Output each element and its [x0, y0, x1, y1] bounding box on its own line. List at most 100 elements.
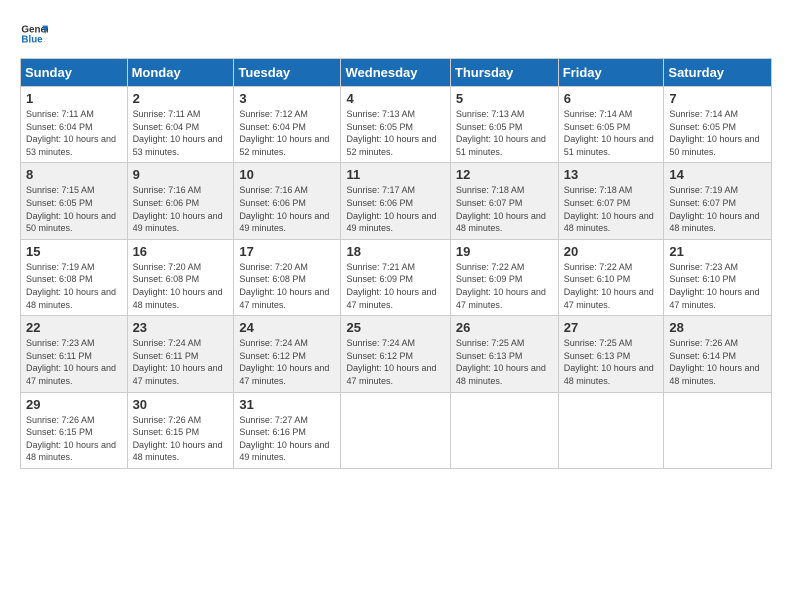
calendar-cell	[558, 392, 664, 468]
day-info: Sunrise: 7:13 AMSunset: 6:05 PMDaylight:…	[456, 108, 553, 158]
calendar-cell: 31 Sunrise: 7:27 AMSunset: 6:16 PMDayligh…	[234, 392, 341, 468]
day-number: 19	[456, 244, 553, 259]
calendar-week-row: 8Sunrise: 7:15 AMSunset: 6:05 PMDaylight…	[21, 163, 772, 239]
calendar-body: 1Sunrise: 7:11 AMSunset: 6:04 PMDaylight…	[21, 87, 772, 469]
calendar-cell: 9 Sunrise: 7:16 AMSunset: 6:06 PMDaylight…	[127, 163, 234, 239]
day-info: Sunrise: 7:19 AMSunset: 6:07 PMDaylight:…	[669, 184, 766, 234]
day-number: 4	[346, 91, 444, 106]
day-info: Sunrise: 7:16 AMSunset: 6:06 PMDaylight:…	[133, 184, 229, 234]
calendar-cell: 22 Sunrise: 7:23 AMSunset: 6:11 PMDayligh…	[21, 316, 128, 392]
calendar-cell: 21 Sunrise: 7:23 AMSunset: 6:10 PMDayligh…	[664, 239, 772, 315]
day-info: Sunrise: 7:26 AMSunset: 6:14 PMDaylight:…	[669, 337, 766, 387]
col-header-sunday: Sunday	[21, 59, 128, 87]
day-number: 31	[239, 397, 335, 412]
calendar-cell: 27 Sunrise: 7:25 AMSunset: 6:13 PMDayligh…	[558, 316, 664, 392]
day-number: 29	[26, 397, 122, 412]
day-info: Sunrise: 7:18 AMSunset: 6:07 PMDaylight:…	[564, 184, 659, 234]
calendar-cell: 8Sunrise: 7:15 AMSunset: 6:05 PMDaylight…	[21, 163, 128, 239]
day-number: 16	[133, 244, 229, 259]
calendar-cell: 26 Sunrise: 7:25 AMSunset: 6:13 PMDayligh…	[450, 316, 558, 392]
day-info: Sunrise: 7:21 AMSunset: 6:09 PMDaylight:…	[346, 261, 444, 311]
day-info: Sunrise: 7:22 AMSunset: 6:09 PMDaylight:…	[456, 261, 553, 311]
calendar-cell: 3 Sunrise: 7:12 AMSunset: 6:04 PMDaylight…	[234, 87, 341, 163]
calendar-cell: 7 Sunrise: 7:14 AMSunset: 6:05 PMDaylight…	[664, 87, 772, 163]
calendar-cell	[664, 392, 772, 468]
calendar-cell: 12 Sunrise: 7:18 AMSunset: 6:07 PMDayligh…	[450, 163, 558, 239]
calendar-cell: 25Sunrise: 7:24 AMSunset: 6:12 PMDayligh…	[341, 316, 450, 392]
day-info: Sunrise: 7:24 AMSunset: 6:11 PMDaylight:…	[133, 337, 229, 387]
day-number: 28	[669, 320, 766, 335]
calendar-cell	[450, 392, 558, 468]
calendar-cell: 16 Sunrise: 7:20 AMSunset: 6:08 PMDayligh…	[127, 239, 234, 315]
calendar-cell: 14 Sunrise: 7:19 AMSunset: 6:07 PMDayligh…	[664, 163, 772, 239]
calendar-cell: 20 Sunrise: 7:22 AMSunset: 6:10 PMDayligh…	[558, 239, 664, 315]
col-header-saturday: Saturday	[664, 59, 772, 87]
day-number: 22	[26, 320, 122, 335]
calendar-week-row: 29 Sunrise: 7:26 AMSunset: 6:15 PMDayligh…	[21, 392, 772, 468]
day-number: 12	[456, 167, 553, 182]
day-info: Sunrise: 7:17 AMSunset: 6:06 PMDaylight:…	[346, 184, 444, 234]
day-number: 3	[239, 91, 335, 106]
day-number: 14	[669, 167, 766, 182]
day-info: Sunrise: 7:26 AMSunset: 6:15 PMDaylight:…	[26, 414, 122, 464]
day-number: 5	[456, 91, 553, 106]
calendar-cell: 24 Sunrise: 7:24 AMSunset: 6:12 PMDayligh…	[234, 316, 341, 392]
calendar-cell: 11 Sunrise: 7:17 AMSunset: 6:06 PMDayligh…	[341, 163, 450, 239]
day-number: 25	[346, 320, 444, 335]
calendar-week-row: 1Sunrise: 7:11 AMSunset: 6:04 PMDaylight…	[21, 87, 772, 163]
day-number: 24	[239, 320, 335, 335]
calendar-cell: 13 Sunrise: 7:18 AMSunset: 6:07 PMDayligh…	[558, 163, 664, 239]
calendar-cell: 2 Sunrise: 7:11 AMSunset: 6:04 PMDaylight…	[127, 87, 234, 163]
day-info: Sunrise: 7:20 AMSunset: 6:08 PMDaylight:…	[133, 261, 229, 311]
day-info: Sunrise: 7:11 AMSunset: 6:04 PMDaylight:…	[26, 108, 122, 158]
col-header-monday: Monday	[127, 59, 234, 87]
day-info: Sunrise: 7:16 AMSunset: 6:06 PMDaylight:…	[239, 184, 335, 234]
day-info: Sunrise: 7:26 AMSunset: 6:15 PMDaylight:…	[133, 414, 229, 464]
calendar-cell: 10Sunrise: 7:16 AMSunset: 6:06 PMDayligh…	[234, 163, 341, 239]
calendar-cell: 29 Sunrise: 7:26 AMSunset: 6:15 PMDayligh…	[21, 392, 128, 468]
day-info: Sunrise: 7:27 AMSunset: 6:16 PMDaylight:…	[239, 414, 335, 464]
col-header-thursday: Thursday	[450, 59, 558, 87]
day-number: 18	[346, 244, 444, 259]
calendar-cell: 4 Sunrise: 7:13 AMSunset: 6:05 PMDaylight…	[341, 87, 450, 163]
day-number: 13	[564, 167, 659, 182]
day-info: Sunrise: 7:25 AMSunset: 6:13 PMDaylight:…	[564, 337, 659, 387]
calendar-cell: 19 Sunrise: 7:22 AMSunset: 6:09 PMDayligh…	[450, 239, 558, 315]
calendar-cell: 18 Sunrise: 7:21 AMSunset: 6:09 PMDayligh…	[341, 239, 450, 315]
calendar-cell: 15Sunrise: 7:19 AMSunset: 6:08 PMDayligh…	[21, 239, 128, 315]
day-info: Sunrise: 7:14 AMSunset: 6:05 PMDaylight:…	[564, 108, 659, 158]
day-number: 27	[564, 320, 659, 335]
day-info: Sunrise: 7:24 AMSunset: 6:12 PMDaylight:…	[239, 337, 335, 387]
col-header-wednesday: Wednesday	[341, 59, 450, 87]
day-info: Sunrise: 7:23 AMSunset: 6:10 PMDaylight:…	[669, 261, 766, 311]
day-info: Sunrise: 7:14 AMSunset: 6:05 PMDaylight:…	[669, 108, 766, 158]
day-info: Sunrise: 7:22 AMSunset: 6:10 PMDaylight:…	[564, 261, 659, 311]
calendar-week-row: 15Sunrise: 7:19 AMSunset: 6:08 PMDayligh…	[21, 239, 772, 315]
day-number: 2	[133, 91, 229, 106]
day-number: 26	[456, 320, 553, 335]
day-info: Sunrise: 7:13 AMSunset: 6:05 PMDaylight:…	[346, 108, 444, 158]
calendar-table: SundayMondayTuesdayWednesdayThursdayFrid…	[20, 58, 772, 469]
calendar-cell: 17 Sunrise: 7:20 AMSunset: 6:08 PMDayligh…	[234, 239, 341, 315]
day-number: 11	[346, 167, 444, 182]
day-number: 20	[564, 244, 659, 259]
calendar-cell: 6Sunrise: 7:14 AMSunset: 6:05 PMDaylight…	[558, 87, 664, 163]
calendar-cell: 28 Sunrise: 7:26 AMSunset: 6:14 PMDayligh…	[664, 316, 772, 392]
day-info: Sunrise: 7:23 AMSunset: 6:11 PMDaylight:…	[26, 337, 122, 387]
calendar-cell: 1Sunrise: 7:11 AMSunset: 6:04 PMDaylight…	[21, 87, 128, 163]
calendar-header-row: SundayMondayTuesdayWednesdayThursdayFrid…	[21, 59, 772, 87]
page-header: General Blue	[20, 20, 772, 48]
day-number: 7	[669, 91, 766, 106]
day-info: Sunrise: 7:15 AMSunset: 6:05 PMDaylight:…	[26, 184, 122, 234]
day-info: Sunrise: 7:25 AMSunset: 6:13 PMDaylight:…	[456, 337, 553, 387]
day-number: 17	[239, 244, 335, 259]
day-number: 9	[133, 167, 229, 182]
day-info: Sunrise: 7:20 AMSunset: 6:08 PMDaylight:…	[239, 261, 335, 311]
day-info: Sunrise: 7:11 AMSunset: 6:04 PMDaylight:…	[133, 108, 229, 158]
calendar-week-row: 22 Sunrise: 7:23 AMSunset: 6:11 PMDayligh…	[21, 316, 772, 392]
day-info: Sunrise: 7:12 AMSunset: 6:04 PMDaylight:…	[239, 108, 335, 158]
day-info: Sunrise: 7:18 AMSunset: 6:07 PMDaylight:…	[456, 184, 553, 234]
day-number: 21	[669, 244, 766, 259]
day-number: 30	[133, 397, 229, 412]
day-number: 23	[133, 320, 229, 335]
